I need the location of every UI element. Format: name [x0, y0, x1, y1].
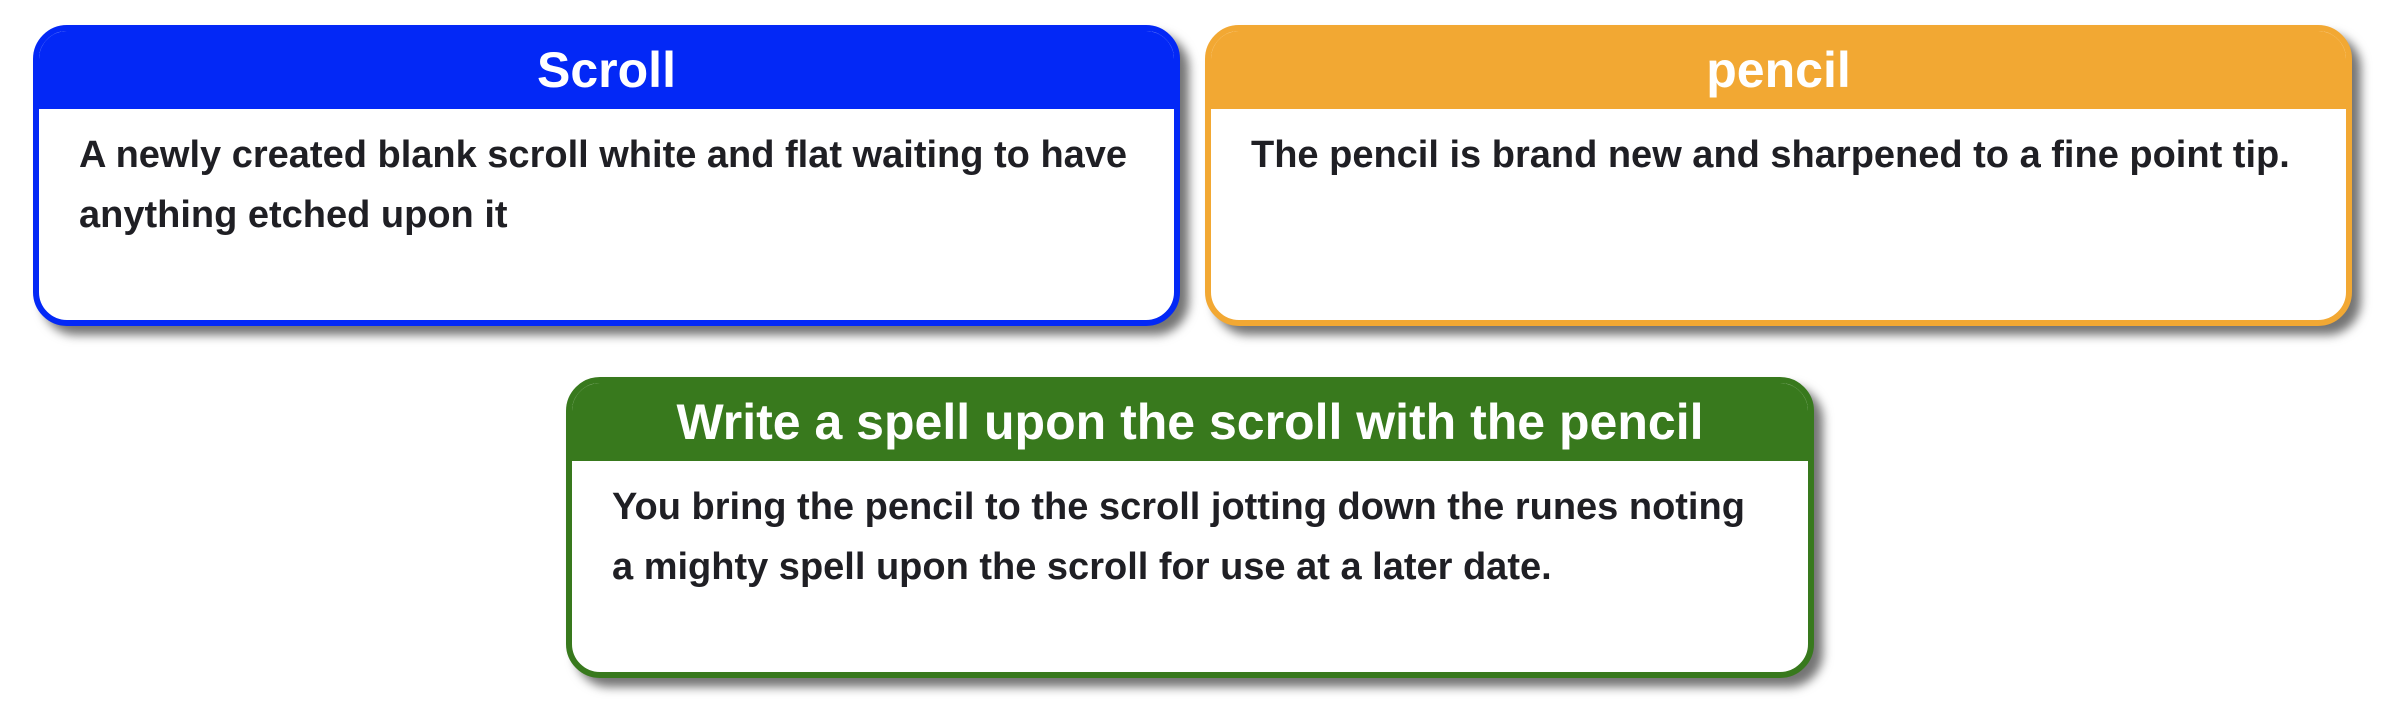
scroll-card: Scroll A newly created blank scroll whit…: [33, 25, 1180, 326]
spell-card: Write a spell upon the scroll with the p…: [566, 377, 1814, 678]
pencil-card-title: pencil: [1211, 31, 2346, 109]
pencil-card-description: The pencil is brand new and sharpened to…: [1251, 134, 2290, 176]
pencil-card: pencil The pencil is brand new and sharp…: [1205, 25, 2352, 326]
spell-card-title: Write a spell upon the scroll with the p…: [572, 383, 1808, 461]
scroll-card-title: Scroll: [39, 31, 1174, 109]
spell-card-description: You bring the pencil to the scroll jotti…: [612, 486, 1745, 588]
scroll-card-description: A newly created blank scroll white and f…: [79, 134, 1128, 236]
